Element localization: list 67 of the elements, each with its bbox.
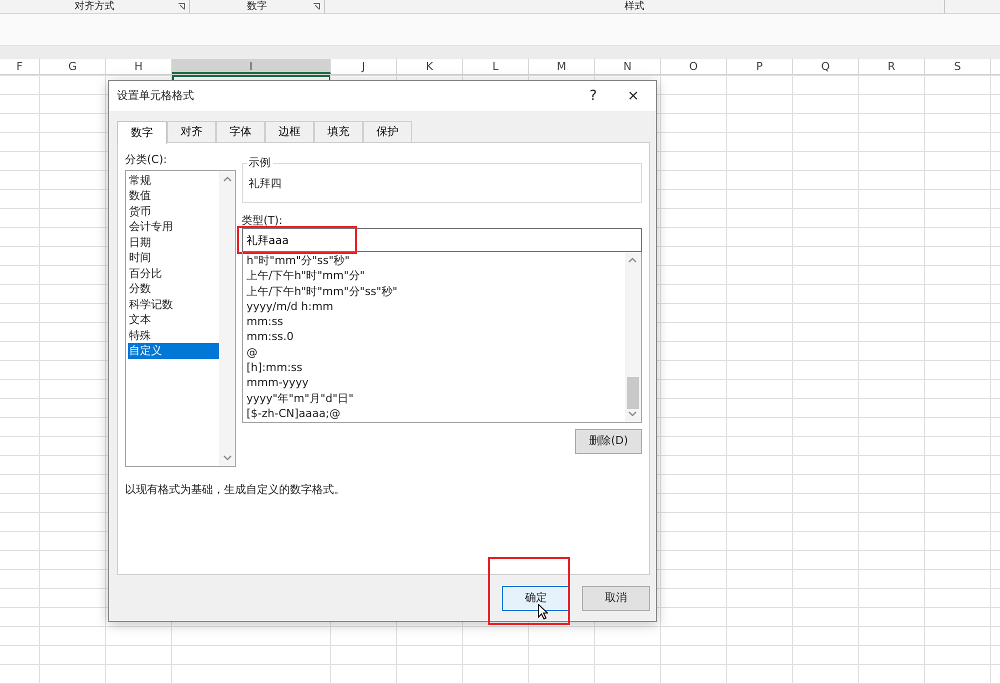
tab[interactable]: 保护 xyxy=(363,121,412,143)
type-label: 类型(T): xyxy=(242,214,283,227)
format-item[interactable]: mm:ss.0 xyxy=(246,329,624,345)
column-header[interactable]: F xyxy=(0,59,40,74)
scrollbar-thumb[interactable] xyxy=(626,377,638,409)
column-header[interactable]: Q xyxy=(793,59,859,74)
column-header[interactable]: G xyxy=(40,59,106,74)
category-item[interactable]: 会计专用 xyxy=(128,219,220,235)
category-item[interactable]: 文本 xyxy=(128,312,220,328)
format-item[interactable]: yyyy/m/d h:mm xyxy=(246,298,624,314)
category-item[interactable]: 数值 xyxy=(128,188,220,204)
category-item[interactable]: 百分比 xyxy=(128,266,220,282)
format-item[interactable]: 上午/下午h"时"mm"分"ss"秒" xyxy=(246,284,624,299)
category-item[interactable]: 货币 xyxy=(128,204,220,220)
type-input-field[interactable]: 礼拜aaa xyxy=(242,228,642,252)
category-item[interactable]: 分数 xyxy=(128,281,220,297)
column-header[interactable]: M xyxy=(529,59,595,74)
close-button[interactable]: × xyxy=(613,86,654,106)
cancel-button[interactable]: 取消 xyxy=(582,586,650,611)
tab[interactable]: 数字 xyxy=(117,121,167,144)
tab[interactable]: 边框 xyxy=(265,121,314,143)
sample-label: 示例 xyxy=(246,156,272,170)
dialog-launcher-icon[interactable] xyxy=(178,3,185,10)
format-item[interactable]: h"时"mm"分"ss"秒" xyxy=(246,253,624,268)
format-item[interactable]: mmm-yyyy xyxy=(246,375,624,391)
tab[interactable]: 字体 xyxy=(216,121,265,143)
column-header[interactable]: K xyxy=(397,59,463,74)
dialog-title: 设置单元格格式 xyxy=(117,88,195,104)
description-text: 以现有格式为基础，生成自定义的数字格式。 xyxy=(125,482,345,496)
category-item[interactable]: 自定义 xyxy=(128,343,220,359)
format-item[interactable]: mm:ss xyxy=(246,314,624,330)
category-item[interactable]: 日期 xyxy=(128,234,220,250)
scroll-up-icon[interactable] xyxy=(222,176,232,182)
delete-button[interactable]: 删除(D) xyxy=(575,428,642,454)
ok-button[interactable]: 确定 xyxy=(502,586,570,611)
format-item[interactable]: [$-zh-CN]aaaa;@ xyxy=(246,406,624,422)
category-item[interactable]: 时间 xyxy=(128,250,220,266)
column-header[interactable]: I xyxy=(172,59,331,74)
column-header[interactable]: S xyxy=(925,59,991,74)
column-header[interactable]: J xyxy=(331,59,397,74)
category-label: 分类(C): xyxy=(125,153,167,167)
category-item[interactable]: 常规 xyxy=(128,172,220,188)
tab[interactable]: 对齐 xyxy=(167,121,216,143)
column-header[interactable]: N xyxy=(595,59,661,74)
category-item[interactable]: 科学记数 xyxy=(128,296,220,312)
group-label: 对齐方式 xyxy=(74,0,114,13)
group-label: 数字 xyxy=(247,0,267,13)
scroll-down-icon[interactable] xyxy=(628,411,637,417)
group-label: 样式 xyxy=(624,0,644,13)
dialog-launcher-icon[interactable] xyxy=(313,3,320,10)
format-list[interactable]: h"时"mm"分"ss"秒" 上午/下午h"时"mm"分" 上午/下午h"时"mm"分"ss"秒" yyyy/m/d h:mm mm:ss mm:ss.0 @ [h]:mm:ss mmm-yyyy yyyy"年"m"月"d"日" [$-zh-CN]aaaa;@ xyxy=(242,252,642,423)
column-header[interactable]: R xyxy=(859,59,925,74)
format-item[interactable]: [h]:mm:ss xyxy=(246,360,624,376)
category-item[interactable]: 特殊 xyxy=(128,328,220,344)
scroll-down-icon[interactable] xyxy=(222,454,232,461)
help-button[interactable]: ? xyxy=(573,86,614,106)
format-item[interactable]: yyyy"年"m"月"d"日" xyxy=(246,390,624,406)
column-header[interactable]: L xyxy=(463,59,529,74)
format-item[interactable]: @ xyxy=(246,344,624,360)
sample-value: 礼拜四 xyxy=(248,177,282,190)
tab[interactable]: 填充 xyxy=(314,121,363,143)
scroll-up-icon[interactable] xyxy=(628,257,637,263)
format-item[interactable]: 上午/下午h"时"mm"分" xyxy=(246,268,624,284)
category-list[interactable]: 常规 数值 货币 会计专用 日期 时间 百分比 分数 科学记数 文本 特殊 自定义 xyxy=(125,170,236,467)
column-header[interactable]: P xyxy=(727,59,793,74)
mouse-pointer-icon xyxy=(538,604,548,620)
column-header[interactable]: O xyxy=(661,59,727,74)
